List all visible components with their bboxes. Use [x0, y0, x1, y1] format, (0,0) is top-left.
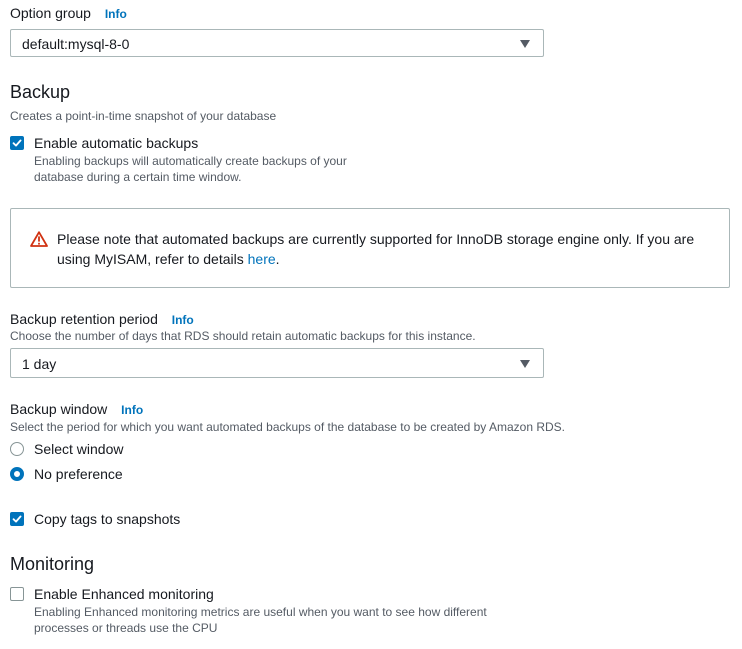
retention-label-row: Backup retention period Info: [10, 311, 194, 327]
enhanced-monitoring-label[interactable]: Enable Enhanced monitoring: [34, 586, 214, 602]
option-group-info-link[interactable]: Info: [105, 7, 127, 21]
retention-description: Choose the number of days that RDS shoul…: [10, 329, 476, 343]
monitoring-desc-line2: processes or threads use the CPU: [34, 621, 218, 635]
window-label-row: Backup window Info: [10, 401, 143, 417]
copy-tags-label[interactable]: Copy tags to snapshots: [34, 511, 180, 527]
checkmark-icon: [12, 139, 22, 147]
checkmark-icon: [12, 515, 22, 523]
backup-description: Creates a point-in-time snapshot of your…: [10, 109, 277, 123]
retention-label: Backup retention period: [10, 311, 158, 327]
alert-message: Please note that automated backups are c…: [57, 229, 707, 269]
option-group-selected-value: default:mysql-8-0: [22, 36, 130, 52]
window-info-link[interactable]: Info: [121, 403, 143, 417]
enhanced-monitoring-checkbox[interactable]: [10, 587, 24, 601]
window-description: Select the period for which you want aut…: [10, 420, 565, 434]
no-preference-radio[interactable]: [10, 467, 24, 481]
no-preference-label[interactable]: No preference: [34, 466, 123, 482]
retention-select[interactable]: 1 day: [10, 348, 544, 378]
option-group-label-row: Option group Info: [10, 5, 127, 21]
option-group-label: Option group: [10, 5, 91, 21]
enable-backups-desc-line1: Enabling backups will automatically crea…: [34, 154, 347, 168]
window-label: Backup window: [10, 401, 108, 417]
enable-automatic-backups-checkbox[interactable]: [10, 136, 24, 150]
alert-trailing: .: [275, 251, 280, 267]
alert-text: Please note that automated backups are c…: [57, 231, 695, 267]
select-window-label[interactable]: Select window: [34, 441, 124, 457]
option-group-select[interactable]: default:mysql-8-0: [10, 29, 544, 57]
enable-automatic-backups-label[interactable]: Enable automatic backups: [34, 135, 198, 151]
alert-details-link[interactable]: here: [248, 251, 276, 267]
monitoring-desc-line1: Enabling Enhanced monitoring metrics are…: [34, 605, 487, 619]
monitoring-heading: Monitoring: [10, 554, 95, 574]
retention-selected-value: 1 day: [22, 356, 57, 372]
enable-backups-desc-line2: database during a certain time window.: [34, 170, 242, 184]
caret-down-icon: [520, 360, 530, 368]
innodb-warning-alert: Please note that automated backups are c…: [10, 208, 730, 288]
select-window-radio[interactable]: [10, 442, 24, 456]
backup-heading: Backup: [10, 82, 71, 102]
caret-down-icon: [520, 40, 530, 48]
retention-info-link[interactable]: Info: [172, 313, 194, 327]
warning-icon: [30, 231, 48, 247]
copy-tags-checkbox[interactable]: [10, 512, 24, 526]
